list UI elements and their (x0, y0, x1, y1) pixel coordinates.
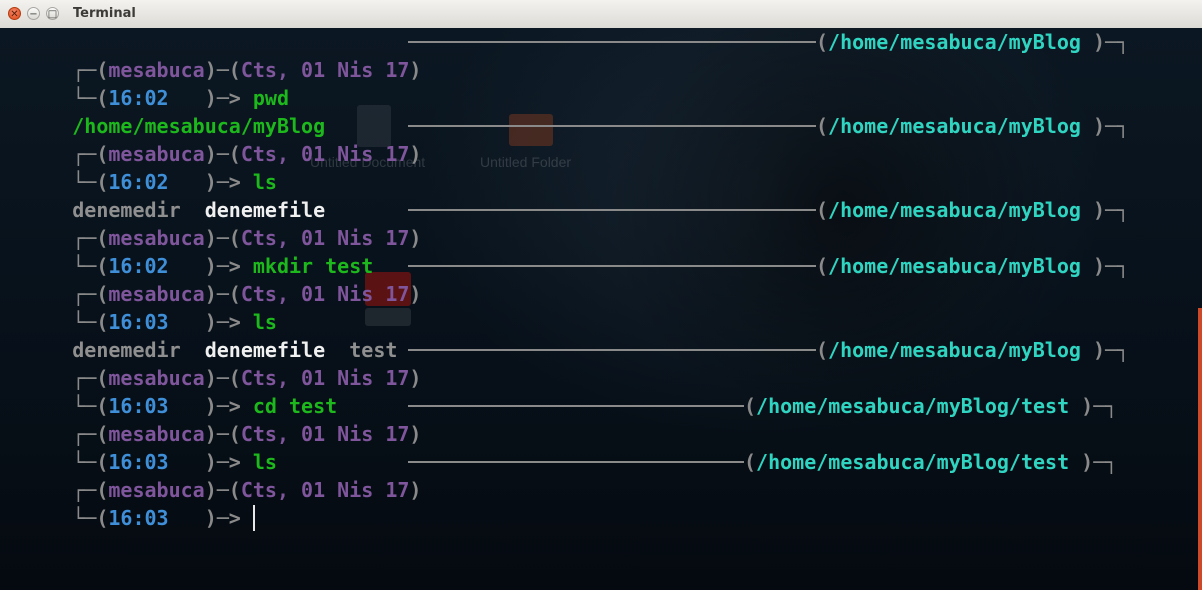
terminal-window: ✕ − □ Terminal Untitled Document Untitle… (0, 0, 1202, 590)
prompt-header-line: ┌─(mesabuca)─(Cts, 01 Nis 17) (/home/mes… (72, 198, 1130, 250)
close-icon: ✕ (10, 9, 19, 20)
maximize-icon: □ (47, 9, 58, 20)
prompt-header-line: ┌─(mesabuca)─(Cts, 01 Nis 17) (/home/mes… (72, 450, 1118, 502)
prompt-header-line: ┌─(mesabuca)─(Cts, 01 Nis 17) (/home/mes… (72, 338, 1130, 390)
terminal-area[interactable]: Untitled Document Untitled Folder ┌─(mes… (0, 28, 1202, 590)
close-button[interactable]: ✕ (8, 7, 21, 20)
command-output-line: denemedir denemefile test (72, 338, 398, 362)
prompt-header-line: ┌─(mesabuca)─(Cts, 01 Nis 17) (/home/mes… (72, 30, 1130, 82)
prompt-input-line: └─(16:02 )─> mkdir test (72, 254, 374, 278)
prompt-input-line[interactable]: └─(16:03 )─> (0, 476, 1202, 531)
prompt-header-line: ┌─(mesabuca)─(Cts, 01 Nis 17) (/home/mes… (72, 394, 1118, 446)
prompt-input-line: └─(16:02 )─> pwd (72, 86, 290, 110)
prompt-input-line: └─(16:02 )─> ls (72, 170, 277, 194)
maximize-button[interactable]: □ (46, 7, 59, 20)
prompt-input-line: └─(16:03 )─> ls (72, 310, 277, 334)
prompt-header-line: ┌─(mesabuca)─(Cts, 01 Nis 17) (/home/mes… (72, 254, 1130, 306)
title-bar: ✕ − □ Terminal (0, 0, 1202, 29)
prompt-input-line: └─(16:03 )─> cd test (72, 394, 338, 418)
minimize-icon: − (29, 9, 38, 20)
text-cursor (252, 505, 255, 531)
command-output-line: /home/mesabuca/myBlog (72, 114, 326, 138)
command-output-line: denemedir denemefile (72, 198, 326, 222)
prompt-input-line: └─(16:03 )─> ls (72, 450, 277, 474)
minimize-button[interactable]: − (27, 7, 40, 20)
prompt-header-line: ┌─(mesabuca)─(Cts, 01 Nis 17) (/home/mes… (72, 114, 1130, 166)
window-title: Terminal (73, 6, 136, 21)
